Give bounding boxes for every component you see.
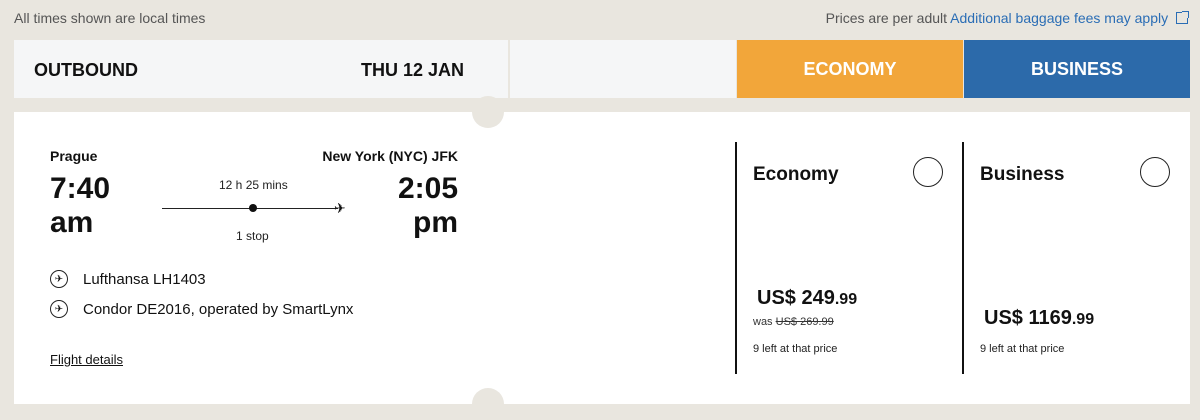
- arrival-time: 2:05 pm: [397, 172, 458, 239]
- fare-name: Economy: [753, 164, 839, 185]
- business-price: US$ 1169.99: [984, 307, 1094, 330]
- flight-card: Prague New York (NYC) JFK 7:40 am 2:05 p…: [14, 96, 1190, 420]
- segment-text: Lufthansa LH1403: [83, 270, 206, 288]
- origin-city: Prague: [50, 148, 98, 164]
- stops-count: 1 stop: [236, 229, 269, 243]
- flight-date: THU 12 JAN: [360, 60, 464, 80]
- direction-label: OUTBOUND: [34, 60, 138, 80]
- local-times-note: All times shown are local times: [14, 10, 206, 26]
- fare-name: Business: [980, 164, 1065, 185]
- lufthansa-logo-icon: ✈: [50, 270, 68, 288]
- price-note: Prices are per adult Additional baggage …: [825, 10, 1189, 26]
- economy-fare-option[interactable]: Economy US$ 249.99 was US$ 269.99 9 left…: [735, 142, 963, 374]
- condor-logo-icon: ✈: [50, 300, 68, 318]
- flight-details-link[interactable]: Flight details: [50, 352, 123, 367]
- seats-left: 9 left at that price: [980, 343, 1065, 355]
- segment-row: ✈ Condor DE2016, operated by SmartLynx: [50, 300, 353, 318]
- price-main: US$ 249: [757, 287, 835, 309]
- segment-row: ✈ Lufthansa LH1403: [50, 270, 206, 288]
- business-tab[interactable]: BUSINESS: [964, 40, 1190, 98]
- flight-duration: 12 h 25 mins: [219, 178, 288, 192]
- economy-tab[interactable]: ECONOMY: [737, 40, 963, 98]
- external-link-icon[interactable]: [1176, 11, 1189, 24]
- per-adult-text: Prices are per adult: [825, 10, 948, 26]
- header-spacer: [510, 40, 736, 98]
- economy-radio[interactable]: [913, 157, 943, 187]
- price-main: US$ 1169: [984, 307, 1072, 329]
- previous-price: was US$ 269.99: [753, 316, 834, 328]
- economy-price: US$ 249.99: [757, 287, 857, 310]
- departure-time: 7:40 am: [50, 172, 111, 239]
- stop-dot: [249, 204, 257, 212]
- segment-text: Condor DE2016, operated by SmartLynx: [83, 300, 354, 318]
- ticket-notch-top: [472, 96, 504, 128]
- baggage-fees-link[interactable]: Additional baggage fees may apply: [950, 10, 1168, 26]
- business-fare-option[interactable]: Business US$ 1169.99 9 left at that pric…: [962, 142, 1190, 374]
- destination-city: New York (NYC) JFK: [322, 148, 458, 164]
- business-radio[interactable]: [1140, 157, 1170, 187]
- flight-header: OUTBOUND THU 12 JAN ECONOMY BUSINESS: [14, 40, 1190, 98]
- ticket-notch-bottom: [472, 388, 504, 420]
- price-cents: .99: [1071, 311, 1095, 328]
- plane-icon: ✈: [334, 200, 346, 216]
- seats-left: 9 left at that price: [753, 343, 838, 355]
- header-info: OUTBOUND THU 12 JAN: [14, 40, 508, 98]
- price-cents: .99: [834, 291, 858, 308]
- was-label: was: [753, 316, 773, 328]
- old-price: US$ 269.99: [775, 316, 834, 328]
